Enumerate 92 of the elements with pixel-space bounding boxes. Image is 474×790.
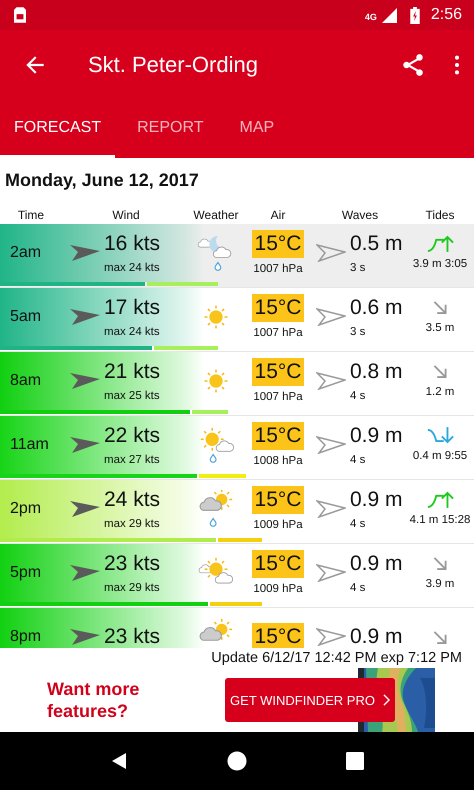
wave-period: 4 s	[350, 388, 366, 404]
wave-period: 3 s	[350, 324, 366, 340]
tide-value: 1.2 m	[426, 385, 454, 400]
tide-rising-icon	[426, 490, 454, 509]
cloud-sun-rain-icon	[197, 490, 235, 528]
wave-period: 3 s	[350, 260, 366, 276]
sim-card-icon	[14, 7, 26, 23]
wave-arrow-icon	[316, 436, 346, 454]
chevron-icon	[382, 694, 390, 706]
more-options-icon[interactable]	[454, 54, 460, 76]
temperature-badge: 15°C	[252, 358, 304, 386]
temperature-badge: 15°C	[252, 230, 304, 258]
pressure-value: 1007 hPa	[253, 390, 303, 404]
wind-gust: max 25 kts	[104, 388, 160, 404]
time-label: 8am	[9, 372, 42, 390]
wave-arrow-icon	[316, 628, 346, 646]
column-header: Tides	[424, 208, 456, 222]
wave-arrow-icon	[316, 372, 346, 390]
wave-arrow-icon	[316, 244, 346, 262]
time-label: 2am	[9, 244, 42, 262]
forecast-row[interactable]: 2am 16 kts max 24 kts 15°C 1007 hPa 0.5 m 3 s 3.9 m 3:05	[0, 224, 474, 288]
temperature-badge: 15°C	[252, 623, 304, 648]
wind-arrow-icon	[70, 308, 100, 326]
date-heading: Monday, June 12, 2017	[4, 169, 200, 192]
wind-gust: max 24 kts	[104, 324, 160, 340]
update-info: Update 6/12/17 12:42 PM exp 7:12 PM	[210, 649, 463, 668]
wind-arrow-icon	[70, 244, 100, 262]
tide-rising-icon	[426, 234, 454, 253]
wind-speed: 16 kts	[104, 230, 160, 256]
temperature-badge: 15°C	[252, 550, 304, 578]
wave-arrow-icon	[316, 308, 346, 326]
tide-value: 3.9 m	[426, 577, 454, 592]
wave-arrow-icon	[316, 564, 346, 582]
time-label: 11am	[9, 436, 50, 454]
wave-period: 4 s	[350, 452, 366, 468]
wind-gust: max 24 kts	[104, 260, 160, 276]
time-label: 8pm	[9, 628, 42, 646]
wave-height: 0.6 m	[350, 294, 403, 320]
network-label: 4G	[364, 12, 377, 22]
wave-height: 0.8 m	[350, 358, 403, 384]
promo-text: Want more features?	[47, 678, 140, 722]
wave-period: 4 s	[350, 516, 366, 532]
pressure-value: 1007 hPa	[253, 326, 303, 340]
wind-arrow-icon	[70, 436, 100, 454]
clock-time: 2:56	[430, 6, 462, 24]
pressure-value: 1007 hPa	[253, 262, 303, 276]
temperature-badge: 15°C	[252, 422, 304, 450]
wave-arrow-icon	[316, 500, 346, 518]
column-header: Weather	[192, 208, 240, 222]
wind-arrow-icon	[70, 628, 100, 646]
wind-arrow-icon	[70, 564, 100, 582]
tide-value: 3.9 m 3:05	[412, 257, 468, 272]
upgrade-button[interactable]: GET WINDFINDER PRO	[225, 678, 395, 722]
wind-speed: 17 kts	[104, 294, 160, 320]
tide-value: 3.5 m	[426, 321, 454, 336]
wave-height: 0.5 m	[350, 230, 403, 256]
temperature-badge: 15°C	[252, 294, 304, 322]
wave-period: 4 s	[350, 580, 366, 596]
recents-icon[interactable]	[345, 751, 365, 771]
pressure-value: 1008 hPa	[253, 454, 303, 468]
tide-value: 0.4 m 9:55	[412, 449, 468, 464]
wind-arrow-icon	[70, 500, 100, 518]
column-header: Wind	[111, 208, 141, 222]
column-header: Waves	[340, 208, 380, 222]
tide-falling-icon	[426, 426, 454, 445]
wind-arrow-icon	[70, 372, 100, 390]
wave-height: 0.9 m	[350, 624, 403, 648]
time-label: 5pm	[9, 564, 42, 582]
wave-height: 0.9 m	[350, 422, 403, 448]
battery-icon	[410, 6, 420, 24]
time-label: 5am	[9, 308, 42, 326]
tab[interactable]: FORECAST	[0, 100, 116, 158]
wind-speed: 23 kts	[104, 550, 160, 576]
time-label: 2pm	[9, 500, 42, 518]
wave-height: 0.9 m	[350, 550, 403, 576]
wind-speed: 24 kts	[104, 486, 160, 512]
tide-value: 4.1 m 15:28	[410, 513, 470, 528]
pressure-value: 1009 hPa	[253, 582, 303, 596]
wind-gust: max 29 kts	[104, 580, 160, 596]
wind-gust: max 29 kts	[104, 516, 160, 532]
signal-icon	[382, 8, 397, 22]
pressure-value: 1009 hPa	[253, 518, 303, 532]
screen-title: Skt. Peter-Ording	[88, 52, 259, 78]
column-header: Air	[270, 208, 286, 222]
home-icon[interactable]	[227, 751, 247, 771]
wind-speed: 23 kts	[104, 624, 160, 648]
wind-speed: 22 kts	[104, 422, 160, 448]
column-header: Time	[16, 208, 46, 222]
wind-speed: 21 kts	[104, 358, 160, 384]
wind-gust: max 27 kts	[104, 452, 160, 468]
temperature-badge: 15°C	[252, 486, 304, 514]
wave-height: 0.9 m	[350, 486, 403, 512]
